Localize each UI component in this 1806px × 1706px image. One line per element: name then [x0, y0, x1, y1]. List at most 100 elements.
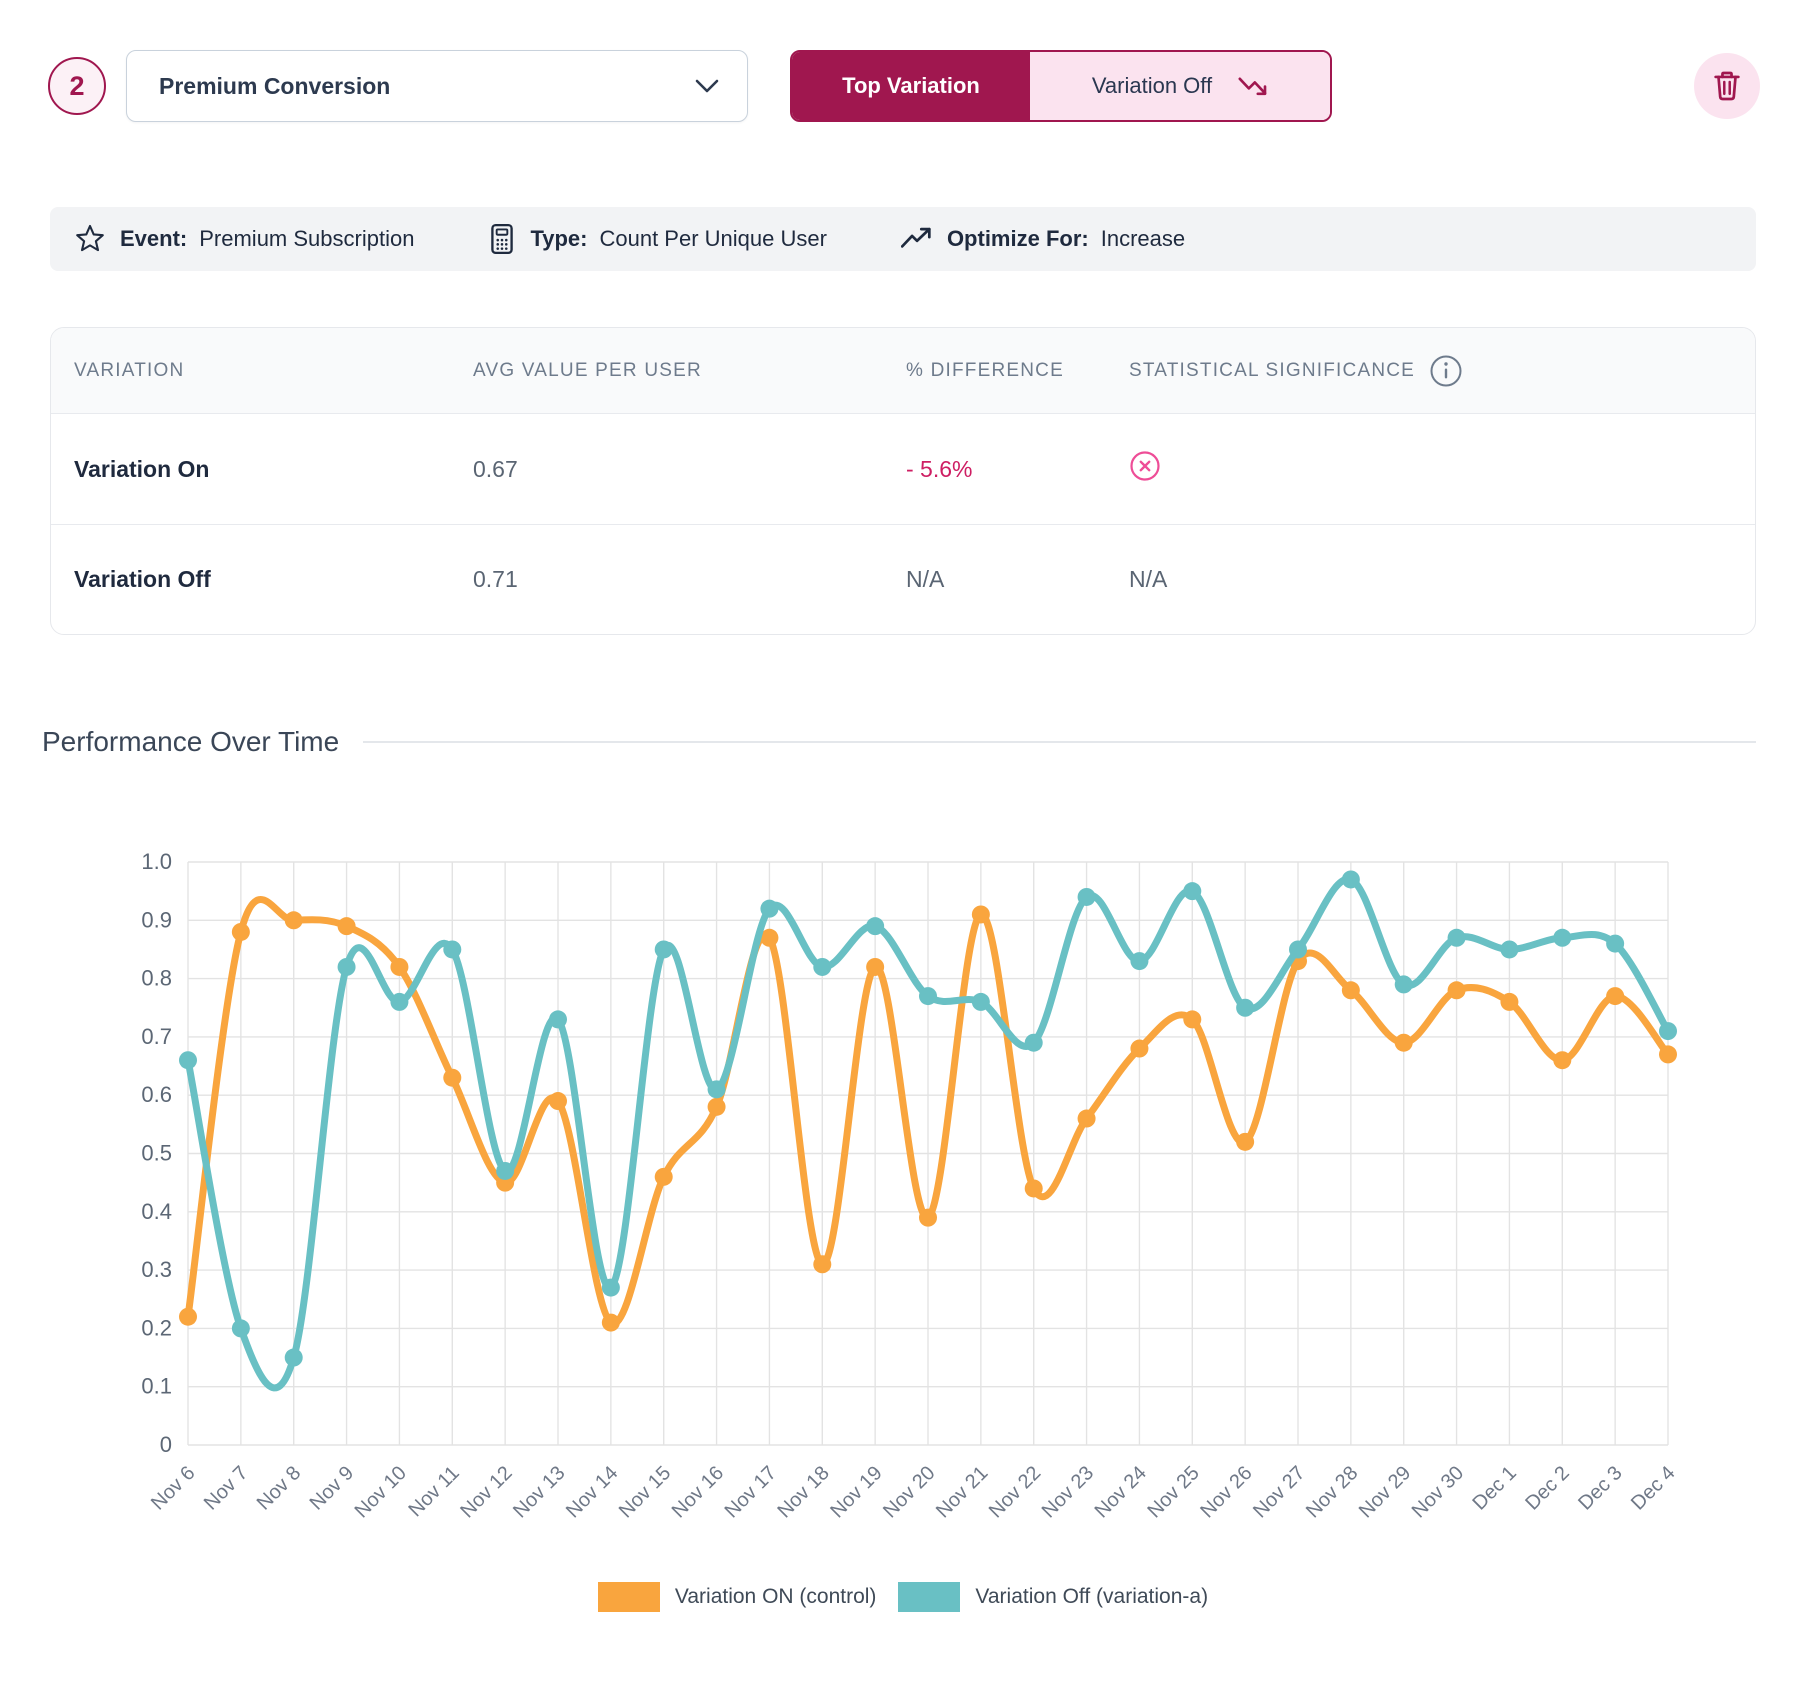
y-axis-tick-label: 0.4: [141, 1199, 172, 1224]
data-point: [602, 1314, 620, 1332]
x-axis-tick-label: Nov 22: [985, 1462, 1045, 1522]
y-axis-tick-label: 0.5: [141, 1141, 172, 1166]
toggle-top-variation[interactable]: Top Variation: [792, 52, 1030, 120]
toggle-variation-off-label: Variation Off: [1092, 73, 1212, 99]
x-axis-tick-label: Nov 6: [147, 1462, 200, 1515]
metric-index-label: 2: [69, 71, 84, 102]
type-info: Type: Count Per Unique User: [530, 226, 827, 252]
data-point: [1025, 1179, 1043, 1197]
data-point: [1500, 993, 1518, 1011]
row-variation-name: Variation Off: [74, 566, 473, 593]
legend-item-variation-on[interactable]: Variation ON (control): [598, 1582, 877, 1612]
y-axis-tick-label: 0.8: [141, 966, 172, 991]
data-point: [1448, 981, 1466, 999]
data-point: [1078, 1110, 1096, 1128]
data-point: [232, 923, 250, 941]
trending-down-icon: [1238, 74, 1268, 98]
col-significance-label: STATISTICAL SIGNIFICANCE: [1129, 360, 1415, 382]
y-axis-tick-label: 0.9: [141, 907, 172, 932]
x-axis-tick-label: Dec 1: [1468, 1462, 1521, 1515]
data-point: [1130, 1040, 1148, 1058]
y-axis-tick-label: 0.7: [141, 1024, 172, 1049]
x-axis-tick-label: Nov 10: [351, 1462, 411, 1522]
col-avg-value: AVG VALUE PER USER: [473, 360, 906, 382]
toggle-top-variation-label: Top Variation: [842, 73, 980, 99]
data-point: [1236, 999, 1254, 1017]
data-point: [813, 1255, 831, 1273]
row-significance: N/A: [1129, 566, 1755, 593]
data-point: [972, 993, 990, 1011]
data-point: [1500, 940, 1518, 958]
delete-metric-button[interactable]: [1694, 53, 1760, 119]
data-point: [1342, 981, 1360, 999]
legend-swatch-orange: [598, 1582, 660, 1612]
data-point: [179, 1308, 197, 1326]
data-point: [1183, 882, 1201, 900]
x-axis-tick-label: Nov 7: [200, 1462, 253, 1515]
data-point: [813, 958, 831, 976]
data-point: [1183, 1010, 1201, 1028]
legend-item-variation-off[interactable]: Variation Off (variation-a): [898, 1582, 1208, 1612]
event-info: Event: Premium Subscription: [120, 226, 414, 252]
x-axis-tick-label: Nov 23: [1038, 1462, 1098, 1522]
data-point: [1553, 1051, 1571, 1069]
data-point: [285, 911, 303, 929]
trash-icon: [1711, 69, 1743, 103]
data-point: [972, 905, 990, 923]
chart-section-header: Performance Over Time: [42, 724, 1756, 760]
star-icon: [74, 223, 106, 255]
row-difference: N/A: [906, 566, 1129, 593]
data-point: [1553, 929, 1571, 947]
toggle-variation-off[interactable]: Variation Off: [1030, 52, 1330, 120]
metric-dropdown[interactable]: Premium Conversion: [126, 50, 748, 122]
optimize-label: Optimize For:: [947, 226, 1089, 252]
x-axis-tick-label: Nov 19: [826, 1462, 886, 1522]
data-point: [1606, 987, 1624, 1005]
x-axis-tick-label: Dec 3: [1574, 1462, 1627, 1515]
performance-chart: 00.10.20.30.40.50.60.70.80.91.0Nov 6Nov …: [40, 784, 1766, 1620]
legend-label: Variation ON (control): [675, 1585, 877, 1609]
metric-controls-row: 2 Premium Conversion Top Variation Varia…: [0, 50, 1806, 122]
row-avg-value: 0.67: [473, 456, 906, 483]
x-axis-tick-label: Nov 24: [1091, 1462, 1151, 1522]
metric-dropdown-value: Premium Conversion: [159, 73, 390, 100]
table-header-row: VARIATION AVG VALUE PER USER % DIFFERENC…: [51, 328, 1755, 414]
x-axis-tick-label: Dec 4: [1627, 1462, 1680, 1515]
data-point: [179, 1051, 197, 1069]
optimize-info: Optimize For: Increase: [947, 226, 1185, 252]
data-point: [285, 1349, 303, 1367]
data-point: [443, 940, 461, 958]
x-axis-tick-label: Nov 11: [405, 1462, 464, 1521]
row-variation-name: Variation On: [74, 456, 473, 483]
event-label: Event:: [120, 226, 187, 252]
section-divider: [363, 741, 1756, 743]
col-variation: VARIATION: [74, 360, 473, 382]
x-axis-tick-label: Nov 15: [615, 1462, 675, 1522]
not-significant-icon: [1129, 450, 1161, 482]
chevron-down-icon: [695, 79, 719, 93]
data-point: [1448, 929, 1466, 947]
data-point: [549, 1092, 567, 1110]
row-avg-value: 0.71: [473, 566, 906, 593]
type-value: Count Per Unique User: [599, 226, 826, 252]
metric-info-bar: Event: Premium Subscription Type: Count …: [50, 207, 1756, 271]
data-point: [496, 1162, 514, 1180]
data-point: [602, 1279, 620, 1297]
data-point: [390, 993, 408, 1011]
x-axis-tick-label: Dec 2: [1521, 1462, 1574, 1515]
legend-label: Variation Off (variation-a): [975, 1585, 1208, 1609]
x-axis-tick-label: Nov 18: [773, 1462, 833, 1522]
trending-up-icon: [901, 226, 933, 252]
info-icon[interactable]: [1429, 354, 1463, 388]
x-axis-tick-label: Nov 20: [879, 1462, 939, 1522]
calculator-icon: [488, 223, 516, 255]
row-difference: - 5.6%: [906, 456, 1129, 483]
col-difference: % DIFFERENCE: [906, 360, 1129, 382]
data-point: [338, 958, 356, 976]
data-point: [443, 1069, 461, 1087]
legend-swatch-teal: [898, 1582, 960, 1612]
data-point: [866, 958, 884, 976]
type-label: Type:: [530, 226, 587, 252]
performance-chart-svg: 00.10.20.30.40.50.60.70.80.91.0Nov 6Nov …: [40, 784, 1766, 1572]
chart-legend: Variation ON (control) Variation Off (va…: [40, 1574, 1766, 1620]
